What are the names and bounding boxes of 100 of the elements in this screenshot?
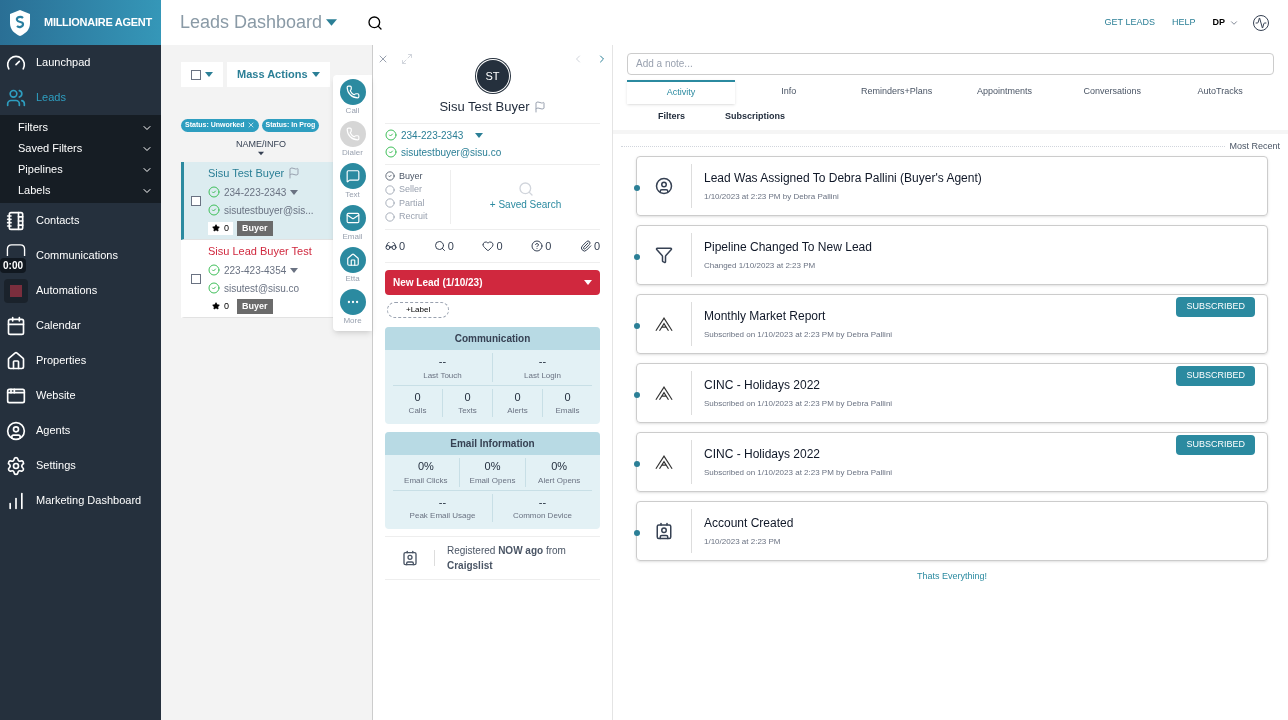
subscribed-badge[interactable]: SUBSCRIBED bbox=[1176, 435, 1255, 455]
subscribed-badge[interactable]: SUBSCRIBED bbox=[1176, 297, 1255, 317]
lead-name[interactable]: Sisu Lead Buyer Test bbox=[208, 243, 312, 260]
stat-label: Email Clicks bbox=[404, 474, 448, 487]
record-icon bbox=[4, 278, 28, 303]
activity-title: Account Created bbox=[704, 515, 794, 532]
nav-icon bbox=[6, 315, 26, 336]
stat-label: Emails bbox=[555, 405, 580, 417]
sidebar-subitem[interactable]: Filters bbox=[0, 117, 161, 138]
nav-icon bbox=[6, 455, 26, 476]
activity-tab[interactable]: Activity bbox=[627, 79, 735, 104]
stat-label: Peak Email Usage bbox=[409, 510, 476, 522]
sort-label[interactable]: Most Recent bbox=[1225, 139, 1280, 153]
activity-title: Monthly Market Report bbox=[704, 308, 827, 325]
lead-tag: Buyer bbox=[237, 298, 273, 314]
lead-phone: 223-423-4354 bbox=[224, 263, 287, 278]
sidebar-item[interactable]: Marketing Dashboard bbox=[0, 483, 161, 518]
column-heading[interactable]: NAME/INFO bbox=[236, 137, 286, 151]
lead-phone: 234-223-2343 bbox=[224, 185, 287, 200]
count-value: 0 bbox=[496, 238, 503, 254]
stat-value: 0% bbox=[417, 459, 434, 474]
funnel-icon bbox=[655, 246, 673, 264]
stat-value: 0 bbox=[464, 389, 471, 405]
activity-tab[interactable]: Info bbox=[734, 79, 843, 104]
sidebar-item[interactable]: Leads bbox=[0, 80, 161, 115]
select-all-dropdown[interactable] bbox=[181, 62, 223, 87]
stat-value: -- bbox=[538, 494, 547, 510]
row-checkbox[interactable] bbox=[191, 273, 201, 284]
end-of-list-text: Thats Everything! bbox=[917, 570, 987, 583]
shield-logo-icon bbox=[8, 8, 32, 37]
sidebar-item[interactable]: Agents bbox=[0, 413, 161, 448]
avatar: ST bbox=[476, 60, 509, 92]
sidebar-item[interactable]: Settings bbox=[0, 448, 161, 483]
detail-phone[interactable]: 234-223-2343 bbox=[401, 127, 464, 143]
activity-subtitle: 1/10/2023 at 2:23 PM by Debra Pallini bbox=[704, 191, 840, 203]
action-icon bbox=[345, 127, 360, 141]
stat-label: Common Device bbox=[512, 510, 573, 522]
caret-icon bbox=[475, 132, 484, 138]
stat-label: Texts bbox=[458, 405, 477, 417]
subtab[interactable]: Filters bbox=[658, 109, 685, 124]
subscribed-badge[interactable]: SUBSCRIBED bbox=[1176, 366, 1255, 386]
stat-label: Calls bbox=[408, 405, 427, 417]
count-icon bbox=[385, 239, 397, 252]
mass-actions-dropdown[interactable]: Mass Actions bbox=[227, 62, 330, 87]
stat-value: -- bbox=[438, 494, 447, 510]
sidebar-item[interactable]: Launchpad bbox=[0, 45, 161, 80]
stat-value: 0 bbox=[514, 389, 521, 405]
stats-card-title: Email Information bbox=[385, 432, 600, 455]
lead-tag: Buyer bbox=[237, 220, 273, 236]
detail-email[interactable]: sisutestbuyer@sisu.co bbox=[401, 144, 502, 160]
header-link[interactable]: HELP bbox=[1171, 15, 1196, 30]
activity-tab[interactable]: Conversations bbox=[1058, 79, 1167, 104]
sidebar-item[interactable]: Automations bbox=[0, 273, 161, 308]
lead-name[interactable]: Sisu Test Buyer bbox=[208, 165, 285, 182]
sidebar-subitem[interactable]: Labels bbox=[0, 180, 161, 201]
sidebar-item[interactable]: Calendar bbox=[0, 308, 161, 343]
activity-tab[interactable]: Appointments bbox=[950, 79, 1059, 104]
lead-email: sisutestbuyer@sis... bbox=[224, 203, 314, 218]
header-link[interactable]: GET LEADS bbox=[1104, 15, 1155, 30]
lead-row[interactable]: Sisu Test Buyer 234-223-2343 sisutestbuyer@sis... 0 Buyer bbox=[181, 162, 334, 240]
activity-title: CINC - Holidays 2022 bbox=[704, 446, 822, 463]
close-icon[interactable] bbox=[377, 53, 389, 65]
stat-value: 0% bbox=[484, 459, 501, 474]
count-value: 0 bbox=[447, 238, 454, 254]
subtab[interactable]: Subscriptions bbox=[725, 109, 786, 124]
brand-name: MILLIONAIRE AGENT bbox=[44, 15, 152, 31]
note-field[interactable]: Add a note... bbox=[627, 52, 1274, 75]
activity-tab[interactable]: AutoTracks bbox=[1166, 79, 1274, 104]
saved-search-link[interactable]: + Saved Search bbox=[489, 197, 562, 212]
status-dropdown[interactable]: New Lead (1/10/23) bbox=[385, 270, 600, 295]
row-checkbox[interactable] bbox=[191, 195, 201, 206]
activity-tab[interactable]: Reminders+Plans bbox=[842, 79, 951, 104]
stat-value: -- bbox=[438, 354, 447, 369]
sidebar-item[interactable]: Contacts bbox=[0, 203, 161, 238]
stat-value: 0% bbox=[551, 459, 568, 474]
timer-badge: 0:00 bbox=[0, 257, 26, 273]
caret-icon bbox=[290, 267, 299, 273]
stat-label: Email Opens bbox=[469, 474, 516, 487]
stat-label: Last Login bbox=[524, 369, 561, 382]
star-count: 0 bbox=[208, 221, 233, 235]
activity-subtitle: Subscribed on 1/10/2023 at 2:23 PM by Debra Pallini bbox=[704, 398, 893, 410]
search-icon[interactable] bbox=[367, 14, 384, 31]
activity-subtitle: Subscribed on 1/10/2023 at 2:23 PM by Debra Pallini bbox=[704, 329, 893, 341]
verified-icon bbox=[208, 186, 220, 198]
sidebar-item[interactable]: 0:00 Communications bbox=[0, 238, 161, 273]
sidebar-item[interactable]: Website bbox=[0, 378, 161, 413]
user-menu[interactable]: DP bbox=[1212, 15, 1239, 30]
stat-label: Alerts bbox=[507, 405, 528, 417]
role-radio[interactable]: Buyer bbox=[385, 169, 450, 183]
sidebar-item[interactable]: Properties bbox=[0, 343, 161, 378]
caret-icon bbox=[326, 19, 338, 26]
activity-subtitle: Changed 1/10/2023 at 2:23 PM bbox=[704, 260, 817, 272]
sidebar-subitem[interactable]: Saved Filters bbox=[0, 138, 161, 159]
lead-row[interactable]: Sisu Lead Buyer Test 223-423-4354 sisutest@sisu.co 0 Buyer bbox=[181, 240, 334, 318]
count-icon bbox=[482, 239, 495, 252]
sidebar-subitem[interactable]: Pipelines bbox=[0, 159, 161, 180]
search-icon bbox=[517, 181, 534, 197]
activity-title: Lead Was Assigned To Debra Pallini (Buyer's Agent) bbox=[704, 170, 982, 187]
nav-icon bbox=[6, 490, 26, 511]
verified-icon bbox=[208, 264, 220, 276]
